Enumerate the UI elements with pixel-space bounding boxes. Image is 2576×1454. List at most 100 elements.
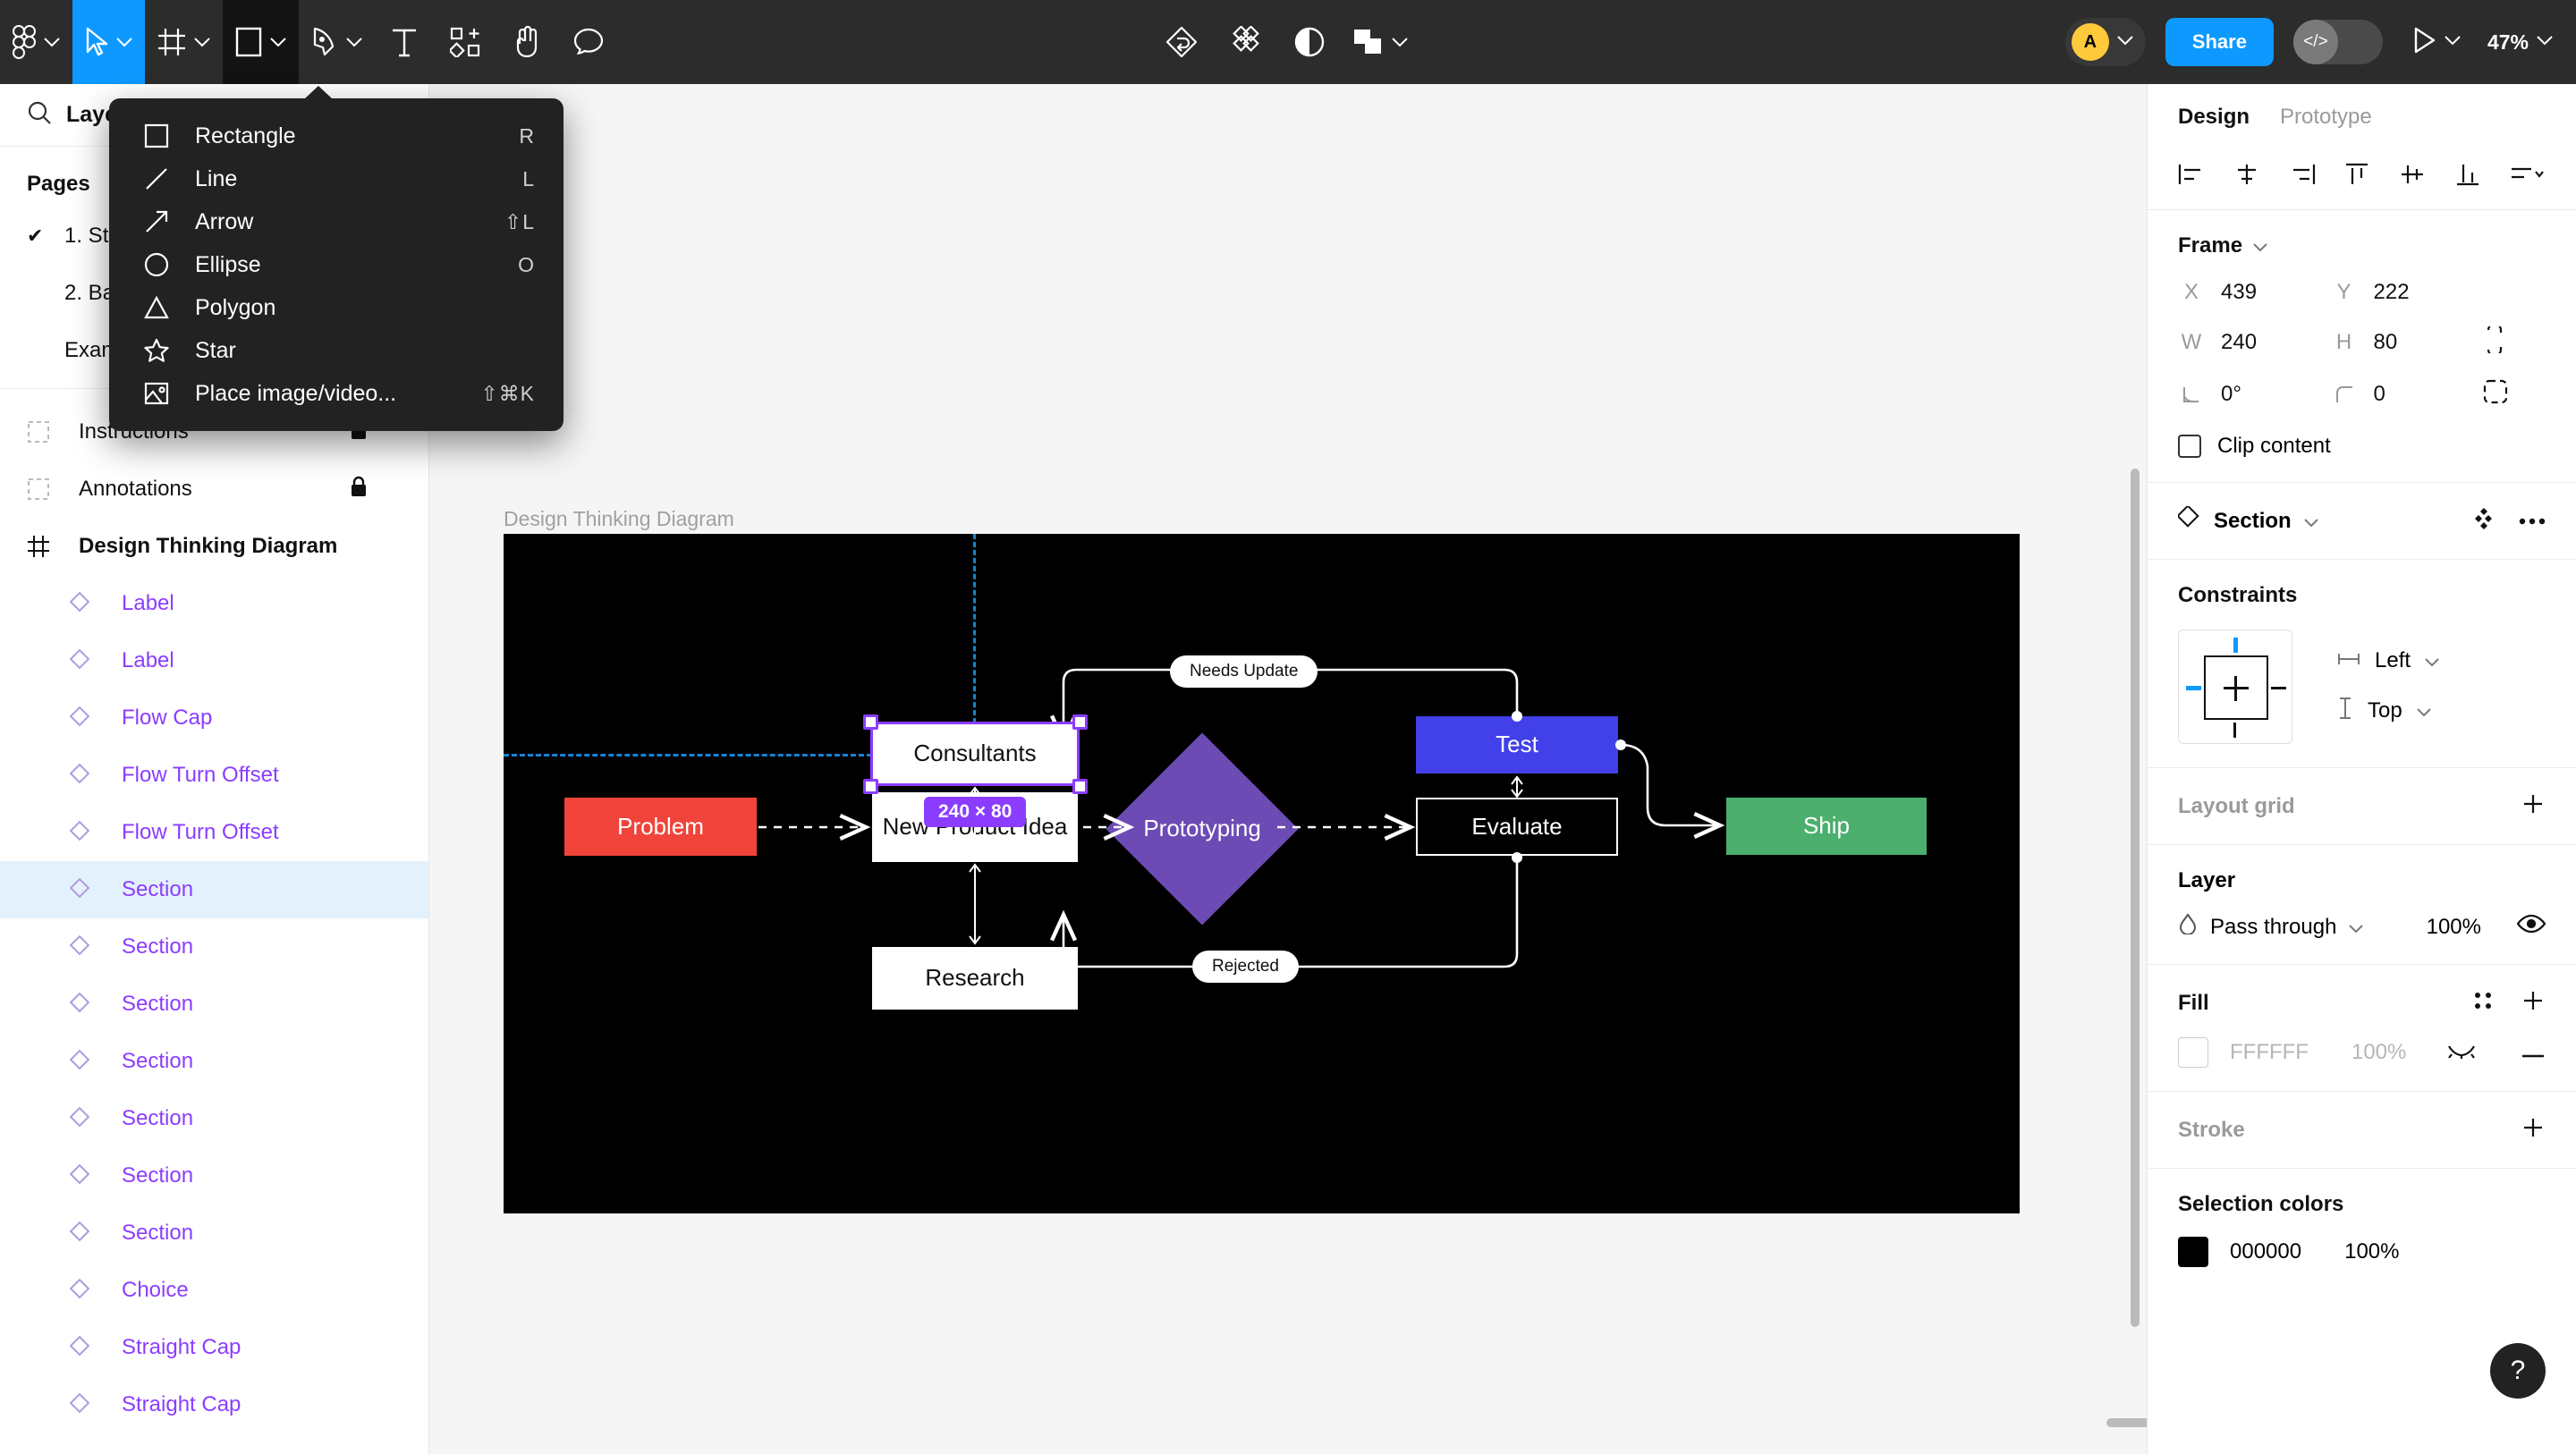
- figma-menu-button[interactable]: [0, 0, 72, 84]
- layer-row-section[interactable]: Section: [0, 1205, 428, 1262]
- node-test[interactable]: Test: [1416, 716, 1618, 773]
- constraints-grid[interactable]: [2178, 630, 2292, 744]
- frame-section-title[interactable]: Frame: [2178, 233, 2546, 258]
- boolean-groups-button[interactable]: [1341, 0, 1420, 84]
- menu-item-ellipse[interactable]: Ellipse O: [109, 243, 564, 286]
- remove-fill-button[interactable]: [2521, 1040, 2546, 1065]
- constraint-tick-left[interactable]: [2186, 686, 2201, 690]
- proportion-lock-button[interactable]: [2483, 322, 2546, 358]
- swap-component-icon[interactable]: [2472, 507, 2496, 535]
- selection-handle-tl[interactable]: [863, 714, 878, 730]
- selection-color-swatch[interactable]: [2178, 1237, 2208, 1267]
- frame-name-label[interactable]: Design Thinking Diagram: [504, 507, 734, 531]
- rotation-field[interactable]: 0°: [2178, 382, 2331, 407]
- selection-color-opacity[interactable]: 100%: [2344, 1239, 2399, 1264]
- hand-tool-button[interactable]: [496, 0, 557, 84]
- tab-design[interactable]: Design: [2178, 105, 2250, 130]
- lock-icon[interactable]: [350, 476, 368, 503]
- move-tool-button[interactable]: [72, 0, 145, 84]
- actions-button[interactable]: [1149, 0, 1214, 84]
- dev-mode-toggle[interactable]: </>: [2292, 20, 2383, 64]
- constraint-tick-bottom[interactable]: [2233, 723, 2236, 738]
- edge-label-rejected[interactable]: Rejected: [1192, 951, 1299, 983]
- layer-row-design-thinking-diagram[interactable]: Design Thinking Diagram: [0, 518, 428, 575]
- vertical-constraint-dropdown[interactable]: Top: [2337, 697, 2439, 726]
- layer-opacity-value[interactable]: 100%: [2427, 915, 2481, 940]
- layer-row-label[interactable]: Label: [0, 632, 428, 689]
- edge-label-needs-update[interactable]: Needs Update: [1170, 655, 1318, 688]
- layer-row-section[interactable]: Section: [0, 1147, 428, 1205]
- add-stroke-button[interactable]: [2521, 1115, 2546, 1145]
- fill-opacity-value[interactable]: 100%: [2351, 1040, 2406, 1065]
- layer-row-straight-cap[interactable]: Straight Cap: [0, 1319, 428, 1376]
- zoom-menu[interactable]: 47%: [2487, 30, 2553, 55]
- menu-item-line[interactable]: Line L: [109, 157, 564, 200]
- selection-handle-bl[interactable]: [863, 779, 878, 794]
- clip-content-checkbox[interactable]: [2178, 435, 2201, 458]
- frame-tool-button[interactable]: [145, 0, 223, 84]
- layer-row-flow-turn-offset[interactable]: Flow Turn Offset: [0, 747, 428, 804]
- blend-mode-dropdown[interactable]: Pass through: [2178, 913, 2412, 941]
- menu-item-arrow[interactable]: Arrow ⇧L: [109, 200, 564, 243]
- selection-color-value[interactable]: 000000: [2230, 1239, 2301, 1264]
- share-button[interactable]: Share: [2165, 18, 2274, 66]
- add-layout-grid-button[interactable]: [2521, 791, 2546, 821]
- horizontal-constraint-dropdown[interactable]: Left: [2337, 648, 2439, 673]
- layer-row-section[interactable]: Section: [0, 1033, 428, 1090]
- height-field[interactable]: H 80: [2331, 330, 2484, 355]
- menu-item-rectangle[interactable]: Rectangle R: [109, 114, 564, 157]
- layer-row-annotations[interactable]: Annotations: [0, 461, 428, 518]
- layer-row-choice[interactable]: Choice: [0, 1262, 428, 1319]
- menu-item-place-image-video[interactable]: Place image/video... ⇧⌘K: [109, 372, 564, 415]
- fill-color-value[interactable]: FFFFFF: [2230, 1040, 2309, 1065]
- x-field[interactable]: X 439: [2178, 280, 2331, 305]
- node-prototyping[interactable]: Prototyping: [1106, 732, 1299, 926]
- pen-tool-button[interactable]: [299, 0, 375, 84]
- node-research[interactable]: Research: [872, 947, 1078, 1010]
- node-evaluate[interactable]: Evaluate: [1416, 798, 1618, 856]
- plugins-button[interactable]: [1214, 0, 1278, 84]
- align-horizontal-center-icon[interactable]: [2233, 163, 2260, 186]
- clip-content-row[interactable]: Clip content: [2178, 434, 2546, 459]
- selection-handle-tr[interactable]: [1072, 714, 1088, 730]
- help-button[interactable]: ?: [2490, 1343, 2546, 1399]
- node-consultants[interactable]: Consultants: [872, 723, 1078, 784]
- align-vertical-center-icon[interactable]: [2399, 163, 2426, 186]
- shape-tool-button[interactable]: [223, 0, 299, 84]
- layer-row-straight-cap[interactable]: Straight Cap: [0, 1376, 428, 1433]
- layer-row-label[interactable]: Label: [0, 575, 428, 632]
- visibility-eye-icon[interactable]: [2516, 914, 2546, 940]
- selection-handle-br[interactable]: [1072, 779, 1088, 794]
- layer-row-section[interactable]: Section: [0, 1090, 428, 1147]
- align-top-icon[interactable]: [2343, 163, 2370, 186]
- tab-prototype[interactable]: Prototype: [2280, 105, 2372, 130]
- distribute-menu-icon[interactable]: [2510, 163, 2546, 186]
- canvas-area[interactable]: Design Thinking Diagram Consultants Prob…: [429, 84, 2147, 1454]
- width-field[interactable]: W 240: [2178, 330, 2331, 355]
- horizontal-scrollbar[interactable]: [2106, 1418, 2147, 1427]
- layer-row-section[interactable]: Section: [0, 861, 428, 918]
- corner-radius-field[interactable]: 0: [2331, 382, 2484, 407]
- menu-item-star[interactable]: Star: [109, 329, 564, 372]
- y-field[interactable]: Y 222: [2331, 280, 2484, 305]
- constraint-tick-right[interactable]: [2271, 687, 2286, 689]
- layer-row-flow-turn-offset[interactable]: Flow Turn Offset: [0, 804, 428, 861]
- align-left-icon[interactable]: [2178, 163, 2205, 186]
- align-right-icon[interactable]: [2289, 163, 2316, 186]
- add-fill-button[interactable]: [2521, 988, 2546, 1018]
- fill-hidden-eye-icon[interactable]: [2447, 1040, 2476, 1065]
- fill-styles-icon[interactable]: [2472, 990, 2494, 1016]
- node-problem[interactable]: Problem: [564, 798, 757, 856]
- menu-item-polygon[interactable]: Polygon: [109, 286, 564, 329]
- layer-row-section[interactable]: Section: [0, 976, 428, 1033]
- align-bottom-icon[interactable]: [2454, 163, 2481, 186]
- section-type-selector[interactable]: Section: [2176, 504, 2472, 536]
- fill-color-swatch[interactable]: [2178, 1037, 2208, 1068]
- node-ship[interactable]: Ship: [1726, 798, 1927, 855]
- present-button[interactable]: [2413, 27, 2461, 58]
- independent-corners-button[interactable]: [2483, 379, 2546, 409]
- layer-row-section[interactable]: Section: [0, 918, 428, 976]
- layer-row-flow-cap[interactable]: Flow Cap: [0, 689, 428, 747]
- appearance-button[interactable]: [1278, 0, 1341, 84]
- vertical-scrollbar[interactable]: [2131, 469, 2140, 1327]
